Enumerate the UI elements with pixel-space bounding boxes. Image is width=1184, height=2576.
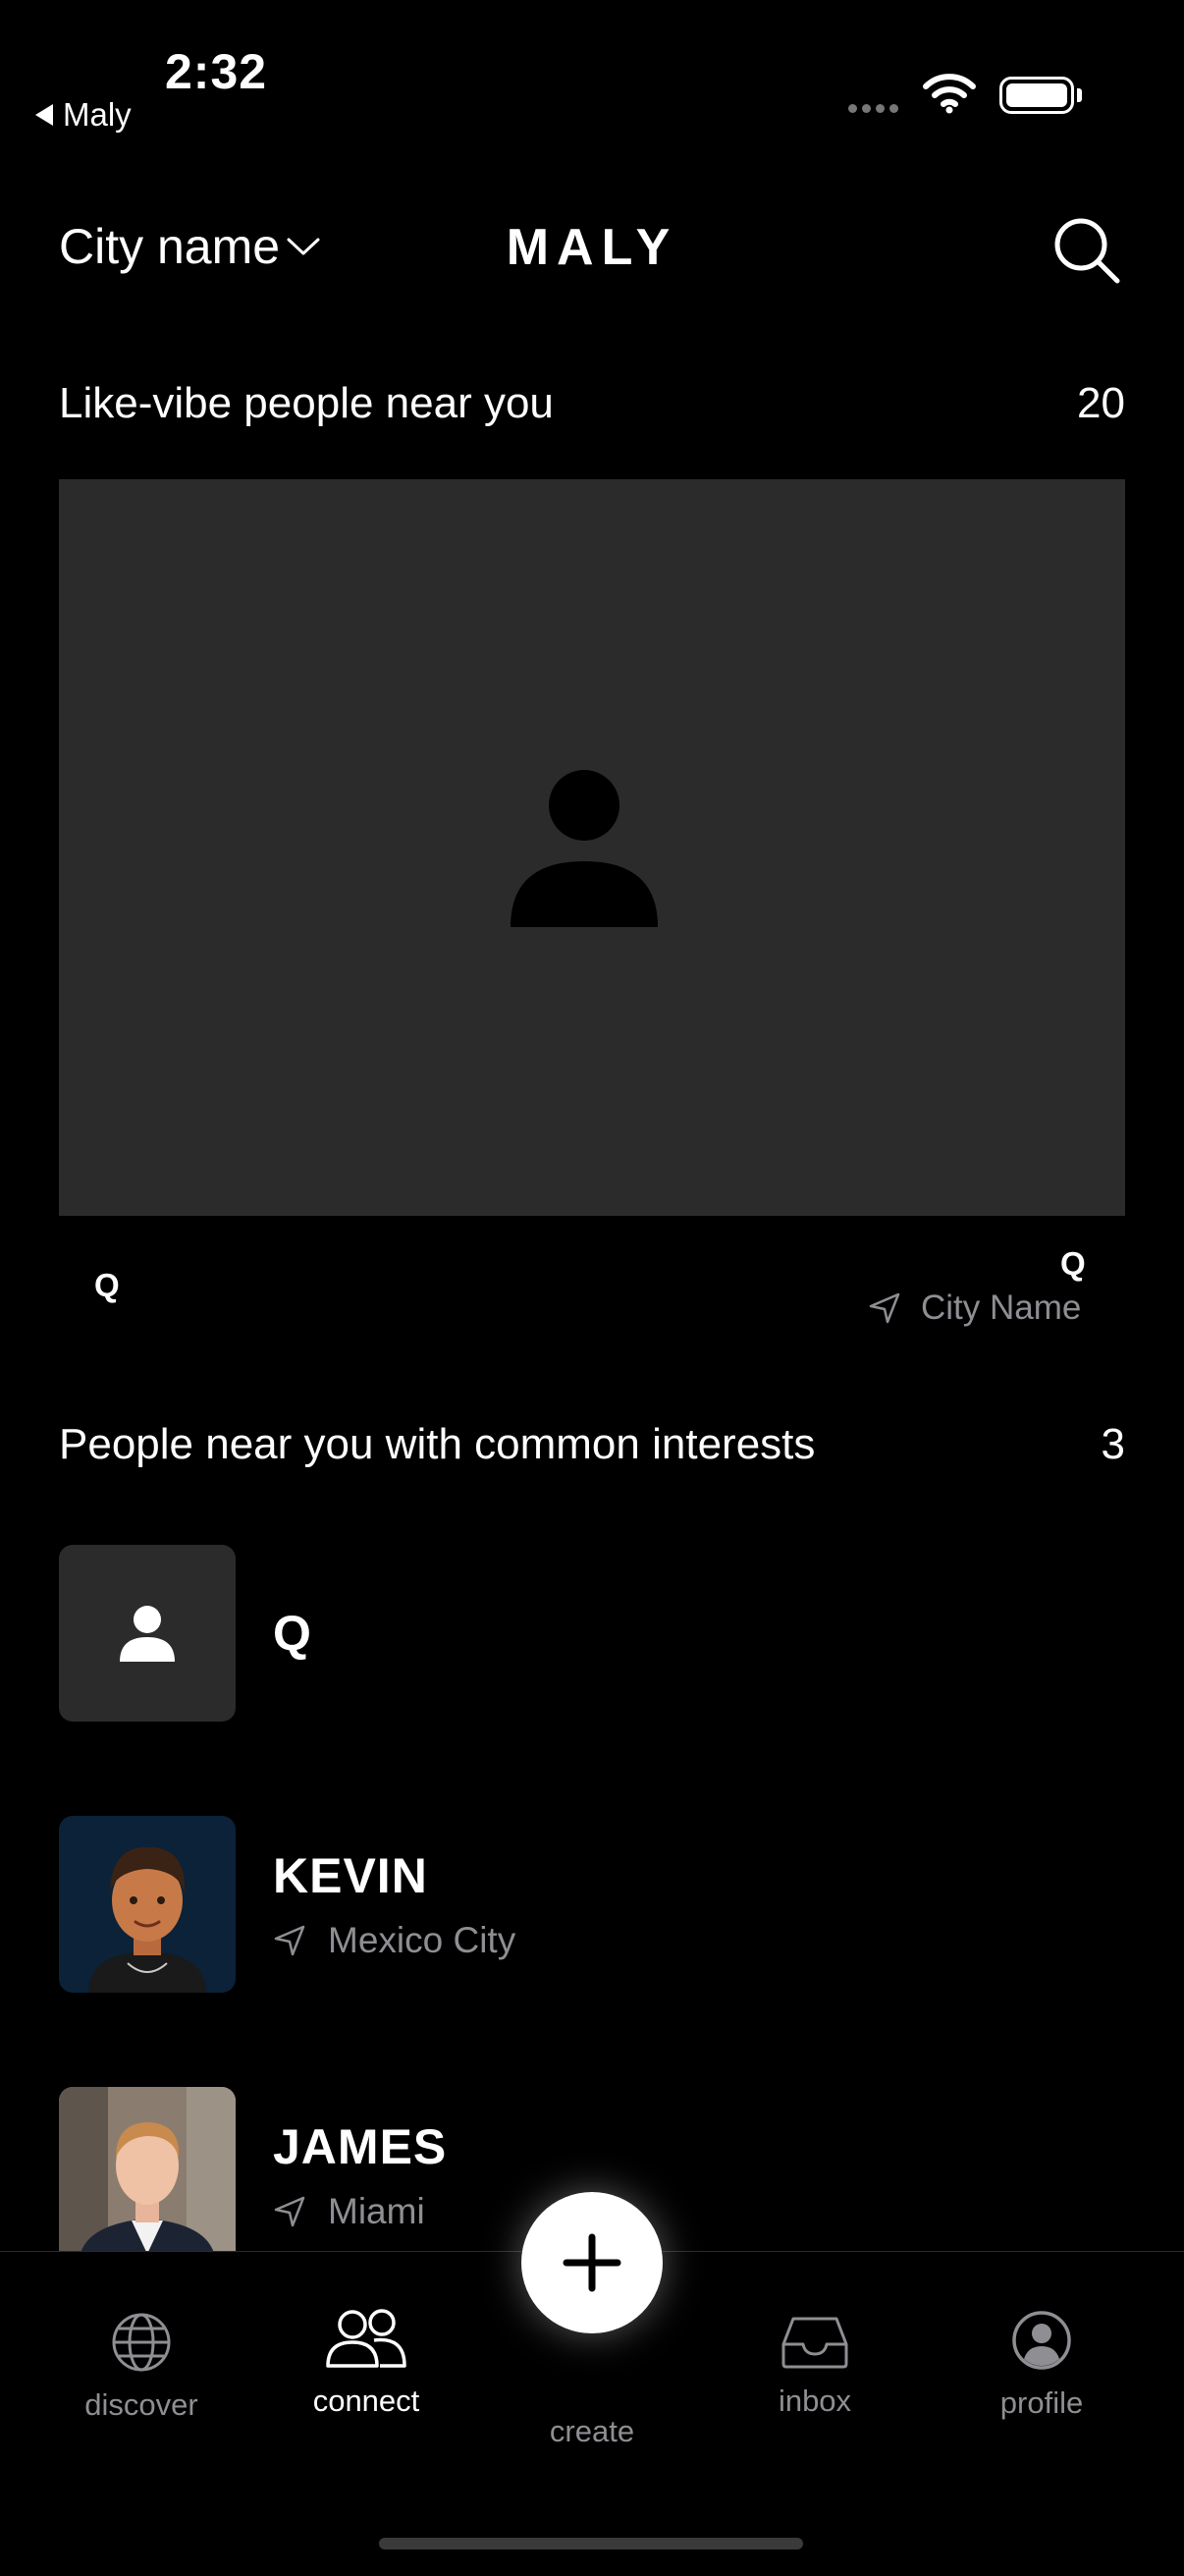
- avatar: [59, 1545, 236, 1722]
- tab-inbox-label: inbox: [778, 2384, 852, 2418]
- person-name: JAMES: [273, 2119, 448, 2174]
- tab-profile[interactable]: profile: [943, 2309, 1140, 2421]
- card-initial-right: Q: [1060, 1245, 1086, 1282]
- person-location-label: Miami: [328, 2191, 425, 2231]
- battery-icon: [999, 77, 1074, 114]
- back-app-label: Maly: [63, 96, 132, 133]
- back-to-app-button[interactable]: Maly: [35, 96, 132, 134]
- battery-tip: [1077, 88, 1082, 102]
- list-item[interactable]: Q: [59, 1545, 1125, 1722]
- create-button[interactable]: [521, 2192, 663, 2333]
- person-location: Mexico City: [273, 1920, 515, 1961]
- card-location: City Name: [868, 1288, 1081, 1328]
- location-arrow-icon: [274, 2196, 305, 2227]
- status-time: 2:32: [165, 44, 268, 99]
- search-icon[interactable]: [1050, 214, 1123, 287]
- globe-icon: [112, 2313, 171, 2372]
- cartoon-avatar-image: [59, 1816, 236, 1993]
- profile-icon: [1012, 2311, 1071, 2370]
- person-name: KEVIN: [273, 1848, 428, 1903]
- list-item[interactable]: KEVIN Mexico City: [59, 1816, 1125, 1993]
- photo-avatar-image: [59, 2087, 236, 2264]
- back-triangle-icon: [35, 104, 53, 126]
- tab-discover-label: discover: [84, 2387, 198, 2422]
- tab-profile-label: profile: [999, 2385, 1084, 2420]
- tab-connect[interactable]: connect: [268, 2307, 464, 2419]
- cellular-signal-icon: [848, 104, 898, 113]
- plus-icon: [563, 2233, 621, 2292]
- like-vibe-title: Like-vibe people near you: [59, 379, 554, 427]
- common-interests-title: People near you with common interests: [59, 1420, 816, 1468]
- avatar: [59, 2087, 236, 2264]
- common-interests-count: 3: [1101, 1420, 1125, 1468]
- tab-inbox[interactable]: inbox: [717, 2315, 913, 2419]
- wifi-icon: [923, 74, 976, 114]
- tab-discover[interactable]: discover: [43, 2311, 240, 2423]
- person-placeholder-icon: [511, 770, 658, 927]
- app-logo: MALY: [506, 219, 678, 276]
- location-arrow-icon: [869, 1292, 900, 1324]
- person-placeholder-icon: [120, 1606, 175, 1662]
- tab-connect-label: connect: [312, 2384, 420, 2418]
- tab-create-label: create: [549, 2414, 635, 2448]
- avatar: [59, 1816, 236, 1993]
- inbox-icon: [781, 2317, 848, 2369]
- card-location-label: City Name: [921, 1288, 1082, 1327]
- people-icon: [326, 2309, 406, 2368]
- like-vibe-count: 20: [1077, 379, 1125, 427]
- card-initial-left: Q: [94, 1267, 120, 1303]
- home-indicator: [379, 2538, 803, 2549]
- person-location-label: Mexico City: [328, 1920, 516, 1960]
- location-arrow-icon: [274, 1925, 305, 1956]
- person-location: Miami: [273, 2191, 447, 2232]
- person-name: Q: [273, 1606, 312, 1661]
